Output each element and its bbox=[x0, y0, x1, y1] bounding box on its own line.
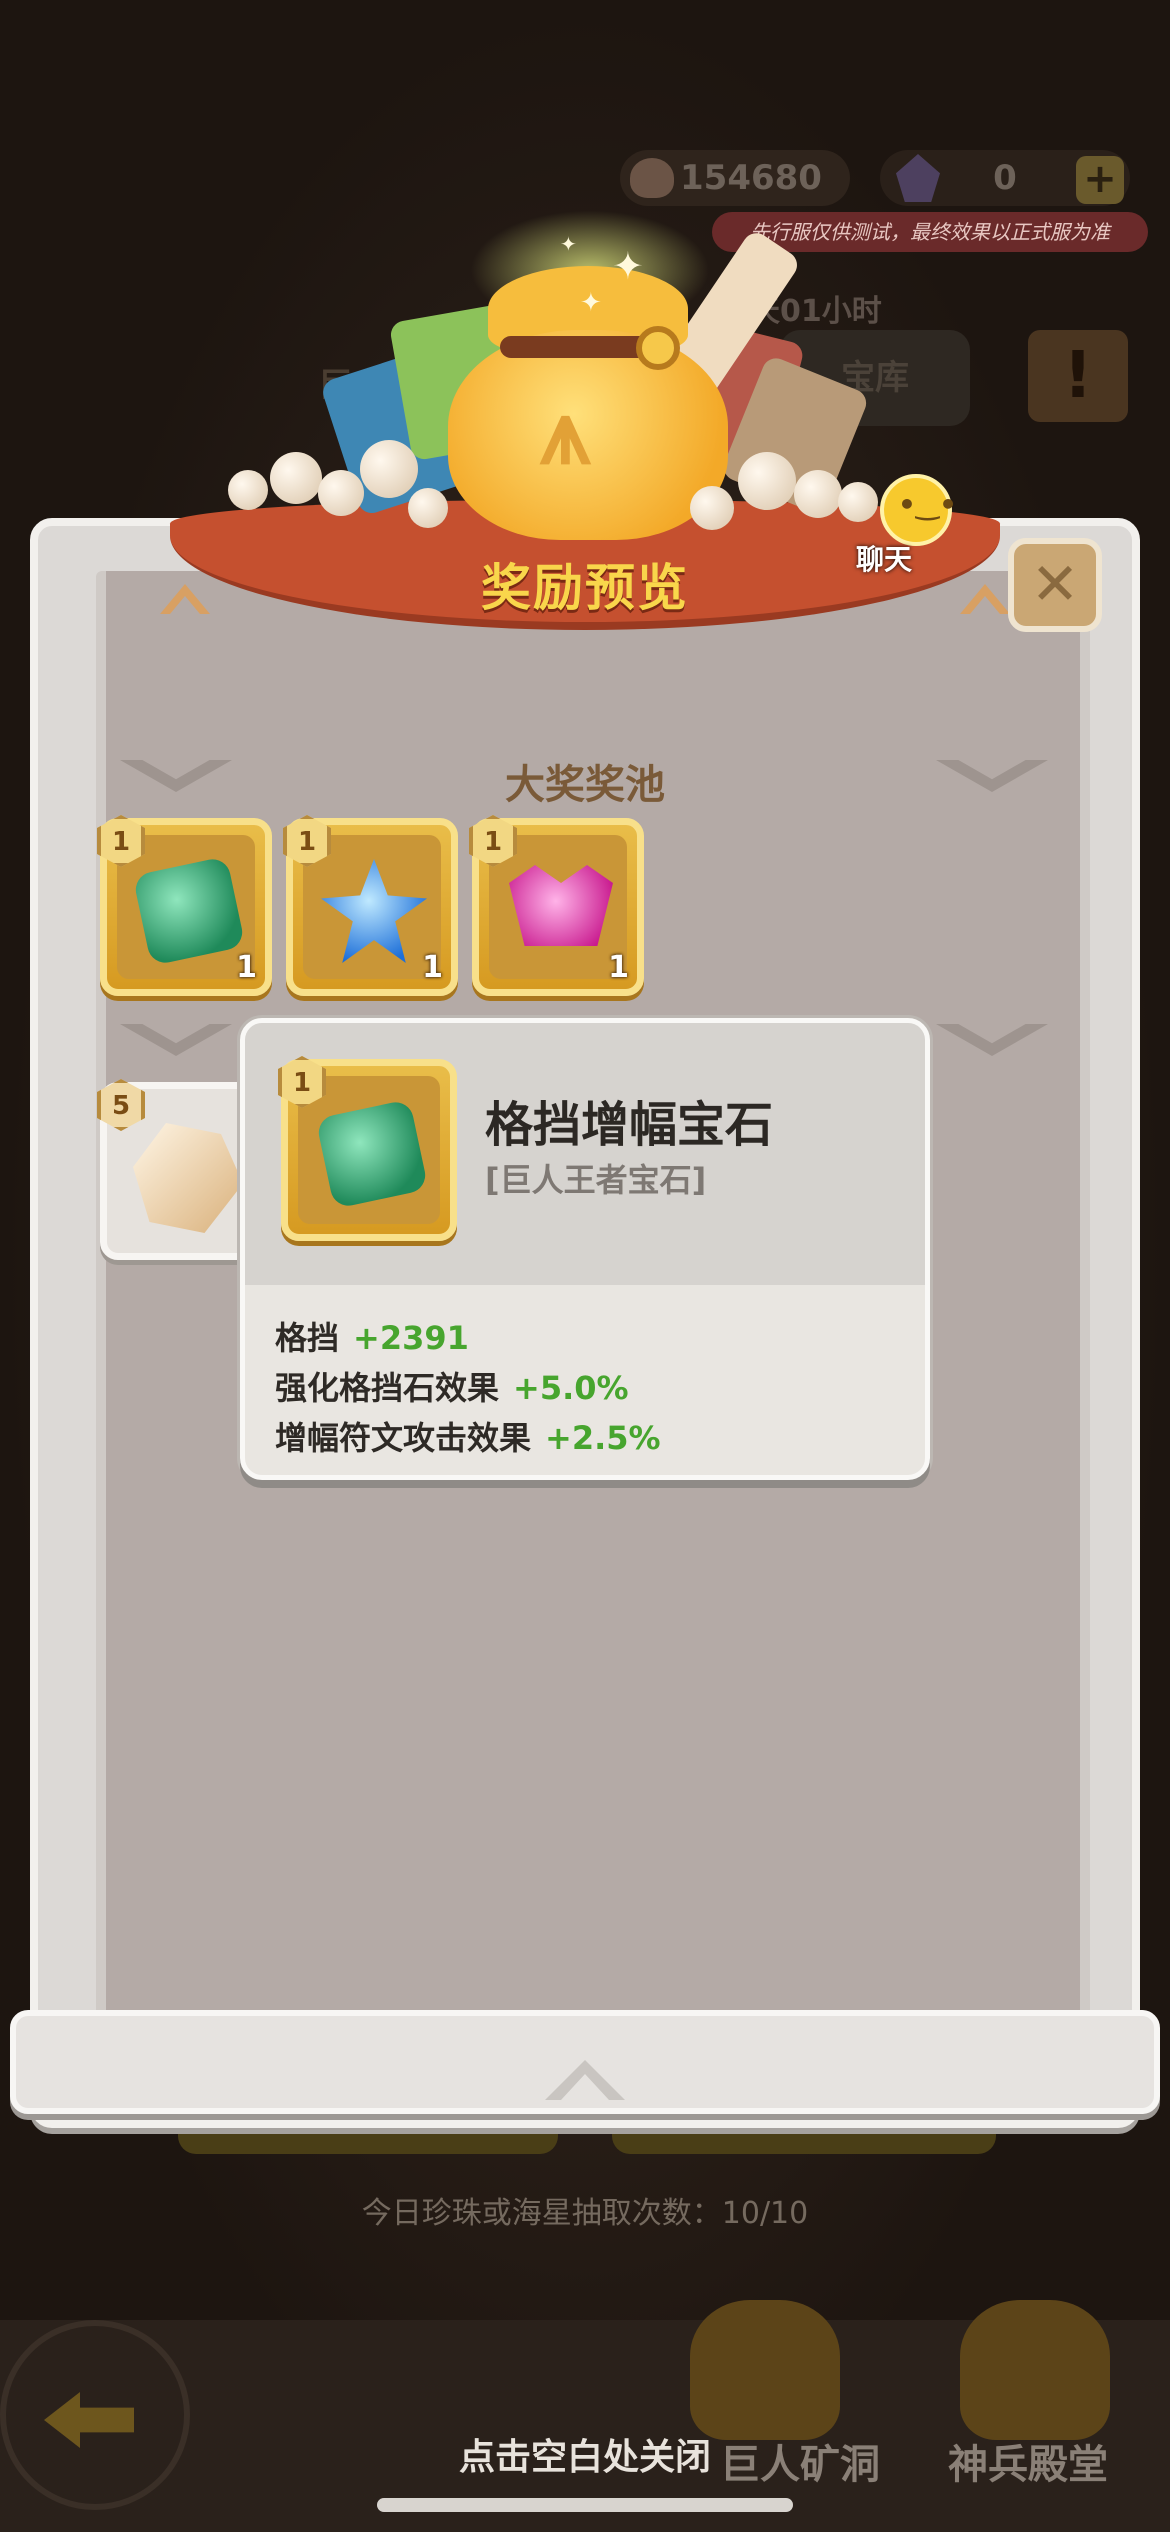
pearl bbox=[838, 482, 878, 522]
shell-coin-icon bbox=[630, 158, 674, 198]
coin-value: 154680 bbox=[680, 158, 822, 198]
pearl bbox=[690, 486, 734, 530]
pearl bbox=[360, 440, 418, 498]
item-name: 格挡增幅宝石 bbox=[485, 1097, 774, 1153]
pearl bbox=[318, 470, 364, 516]
daily-draw-count: 今日珍珠或海星抽取次数：10/10 bbox=[361, 2196, 809, 2231]
stat-value: +2.5% bbox=[545, 1419, 661, 1457]
sparkle-icon: ✦ bbox=[612, 244, 644, 288]
coin-counter: 154680 bbox=[620, 150, 850, 206]
item-quantity: 1 bbox=[236, 950, 257, 985]
item-tooltip: 1 格挡增幅宝石 [巨人王者宝石] 格挡 +2391 强化格挡石效果 +5.0% 增… bbox=[240, 1018, 930, 1480]
grand-prize-pool-header: 大奖奖池 bbox=[505, 762, 665, 808]
item-level-badge: 5 bbox=[97, 1079, 145, 1131]
green-gem-icon bbox=[315, 1099, 429, 1209]
pearl bbox=[228, 470, 268, 510]
hall-bag-icon bbox=[960, 2300, 1110, 2440]
pearl bbox=[738, 452, 796, 510]
stat-value: +5.0% bbox=[513, 1369, 629, 1407]
item-quantity: 1 bbox=[422, 950, 443, 985]
stat-row: 增幅符文攻击效果 +2.5% bbox=[275, 1413, 661, 1459]
stat-row: 强化格挡石效果 +5.0% bbox=[275, 1363, 629, 1409]
reward-item-slot[interactable]: 1 1 bbox=[97, 815, 272, 996]
pearl bbox=[408, 488, 448, 528]
stat-row: 格挡 +2391 bbox=[275, 1313, 469, 1359]
currency-bar: 154680 0 + bbox=[620, 140, 1140, 210]
item-quantity: 1 bbox=[608, 950, 629, 985]
gem-counter: 0 + bbox=[880, 150, 1130, 206]
smiley-icon: •‿• bbox=[898, 488, 957, 521]
chat-label: 聊天 bbox=[856, 543, 913, 576]
crystal-icon bbox=[896, 154, 940, 202]
tap-to-close-hint: 点击空白处关闭 bbox=[458, 2437, 711, 2478]
sparkle-icon: ✦ bbox=[560, 232, 577, 256]
mine-bag-icon bbox=[690, 2300, 840, 2440]
gem-value: 0 bbox=[993, 158, 1017, 198]
rock-ore-icon bbox=[133, 1123, 243, 1233]
stat-label: 强化格挡石效果 bbox=[275, 1369, 500, 1407]
notice-board-icon: ! bbox=[1028, 330, 1128, 422]
bag-rune-symbol: ⩚ bbox=[540, 380, 591, 485]
reward-item-slot[interactable]: 1 1 bbox=[469, 815, 644, 996]
item-category: [巨人王者宝石] bbox=[485, 1161, 707, 1199]
home-indicator[interactable] bbox=[377, 2498, 793, 2512]
stat-label: 格挡 bbox=[275, 1319, 340, 1357]
tab-giant-mine[interactable]: 巨人矿洞 bbox=[720, 2432, 880, 2490]
close-button[interactable]: ✕ bbox=[1008, 538, 1102, 632]
pearl bbox=[270, 452, 322, 504]
green-gem-icon bbox=[132, 856, 246, 966]
sparkle-icon: ✦ bbox=[580, 288, 602, 318]
reward-item-slot[interactable]: 1 1 bbox=[283, 815, 458, 996]
add-gems-button[interactable]: + bbox=[1076, 156, 1124, 204]
tab-weapon-hall[interactable]: 神兵殿堂 bbox=[948, 2432, 1108, 2490]
tooltip-item-slot: 1 bbox=[278, 1056, 457, 1241]
stat-value: +2391 bbox=[353, 1319, 469, 1357]
bag-ring bbox=[636, 326, 680, 370]
stat-label: 增幅符文攻击效果 bbox=[275, 1419, 532, 1457]
pearl bbox=[794, 470, 842, 518]
